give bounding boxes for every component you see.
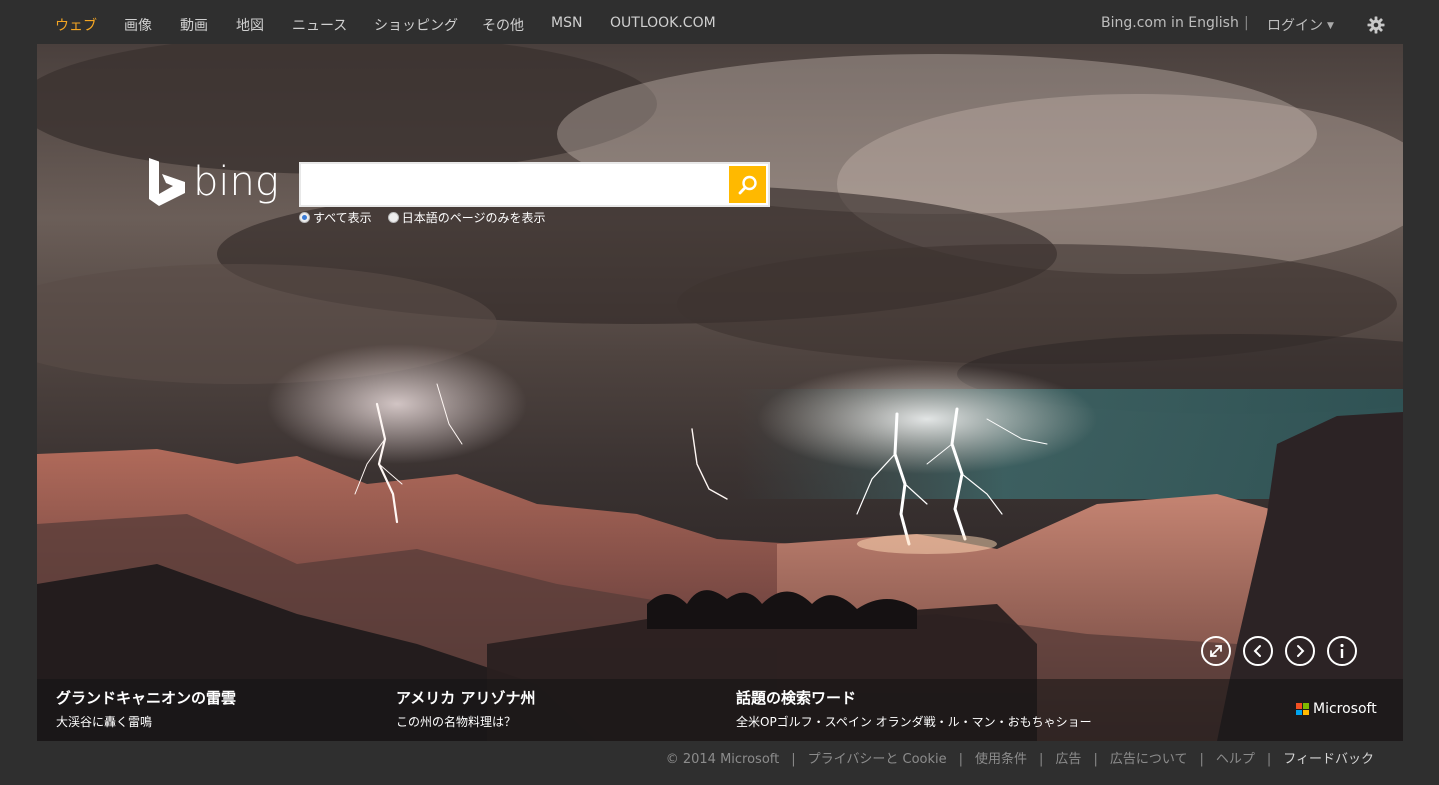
footer-copyright: © 2014 Microsoft bbox=[665, 752, 780, 767]
nav-tab-videos[interactable]: 動画 bbox=[180, 15, 208, 35]
footer-separator: | bbox=[1093, 752, 1098, 767]
footer-terms-link[interactable]: 使用条件 bbox=[975, 752, 1027, 767]
story-title: 話題の検索ワード bbox=[736, 689, 857, 707]
radio-japanese-only[interactable]: 日本語のページのみを表示 bbox=[387, 209, 546, 226]
story-card-trending[interactable]: 話題の検索ワード 全米OPゴルフ・スペイン オランダ戦・ル・マン・おもちゃショー bbox=[736, 687, 1092, 730]
footer-separator: | bbox=[1039, 752, 1044, 767]
footer-separator: | bbox=[1266, 752, 1272, 767]
background-photo bbox=[37, 44, 1403, 741]
bing-logo-text: bing bbox=[193, 159, 279, 205]
english-link[interactable]: Bing.com in English bbox=[1101, 15, 1239, 31]
story-card-arizona[interactable]: アメリカ アリゾナ州 この州の名物料理は？ bbox=[396, 687, 535, 730]
search-input[interactable] bbox=[301, 164, 729, 205]
nav-tab-more[interactable]: その他 bbox=[482, 15, 524, 35]
nav-separator: | bbox=[1244, 15, 1249, 31]
top-navigation: ウェブ 画像 動画 地図 ニュース ショッピング その他 MSN OUTLOOK… bbox=[0, 0, 1439, 44]
search-icon bbox=[738, 175, 757, 194]
fullscreen-button[interactable] bbox=[1201, 636, 1231, 666]
radio-japanese-label: 日本語のページのみを表示 bbox=[401, 211, 546, 225]
search-button[interactable] bbox=[729, 166, 766, 203]
footer-ads-link[interactable]: 広告 bbox=[1055, 752, 1081, 767]
footer-about-ads-link[interactable]: 広告について bbox=[1110, 752, 1188, 767]
story-title: グランドキャニオンの雷雲 bbox=[56, 689, 237, 707]
bing-b-icon bbox=[149, 158, 185, 206]
radio-all-label: すべて表示 bbox=[313, 211, 372, 225]
chevron-right-icon bbox=[1297, 645, 1305, 657]
story-subtitle: 全米OPゴルフ・スペイン オランダ戦・ル・マン・おもちゃショー bbox=[736, 715, 1092, 729]
bing-logo[interactable]: bing bbox=[147, 154, 279, 210]
footer-separator: | bbox=[791, 752, 796, 767]
nav-tab-news[interactable]: ニュース bbox=[292, 15, 347, 35]
microsoft-logo-text: Microsoft bbox=[1313, 701, 1377, 717]
nav-tab-msn[interactable]: MSN bbox=[551, 15, 582, 31]
footer: © 2014 Microsoft | プライバシーと Cookie | 使用条件 | 広告 |… bbox=[666, 748, 1374, 767]
nav-tab-images[interactable]: 画像 bbox=[124, 15, 152, 35]
microsoft-logo[interactable]: Microsoft bbox=[1296, 701, 1377, 717]
nav-tab-shopping[interactable]: ショッピング bbox=[374, 15, 458, 35]
radio-button[interactable] bbox=[387, 212, 399, 223]
info-icon bbox=[1340, 643, 1344, 658]
story-card-canyon[interactable]: グランドキャニオンの雷雲 大渓谷に轟く雷鳴 bbox=[56, 687, 236, 730]
story-subtitle: この州の名物料理は？ bbox=[396, 715, 517, 729]
search-scope-options: すべて表示 日本語のページのみを表示 bbox=[299, 209, 545, 226]
footer-feedback-link[interactable]: フィードバック bbox=[1283, 752, 1374, 767]
nav-tab-maps[interactable]: 地図 bbox=[236, 15, 264, 35]
footer-privacy-link[interactable]: プライバシーと Cookie bbox=[808, 752, 947, 767]
story-strip: グランドキャニオンの雷雲 大渓谷に轟く雷鳴 アメリカ アリゾナ州 この州の名物料… bbox=[37, 679, 1403, 741]
nav-tab-web[interactable]: ウェブ bbox=[55, 15, 97, 35]
hero-image: bing すべて表示 日本語のページのみを表示 グランドキャニオンの雷雲 大渓谷… bbox=[37, 44, 1403, 741]
expand-icon bbox=[1210, 645, 1222, 657]
chevron-down-icon: ▼ bbox=[1327, 21, 1334, 31]
story-subtitle: 大渓谷に轟く雷鳴 bbox=[56, 715, 153, 729]
footer-separator: | bbox=[1199, 752, 1204, 767]
footer-help-link[interactable]: ヘルプ bbox=[1216, 752, 1255, 767]
footer-separator: | bbox=[958, 752, 964, 767]
login-label: ログイン bbox=[1267, 18, 1323, 34]
previous-image-button[interactable] bbox=[1243, 636, 1273, 666]
radio-all-results[interactable]: すべて表示 bbox=[299, 209, 372, 226]
story-title: アメリカ アリゾナ州 bbox=[396, 689, 536, 707]
image-info-button[interactable] bbox=[1327, 636, 1357, 666]
next-image-button[interactable] bbox=[1285, 636, 1315, 666]
radio-button-selected[interactable] bbox=[299, 212, 310, 223]
search-box bbox=[299, 162, 770, 207]
nav-tab-outlook[interactable]: OUTLOOK.COM bbox=[610, 15, 716, 31]
microsoft-grid-icon bbox=[1296, 703, 1309, 715]
chevron-left-icon bbox=[1253, 645, 1261, 657]
login-menu[interactable]: ログイン ▼ bbox=[1267, 15, 1334, 35]
gear-icon[interactable] bbox=[1366, 15, 1386, 35]
